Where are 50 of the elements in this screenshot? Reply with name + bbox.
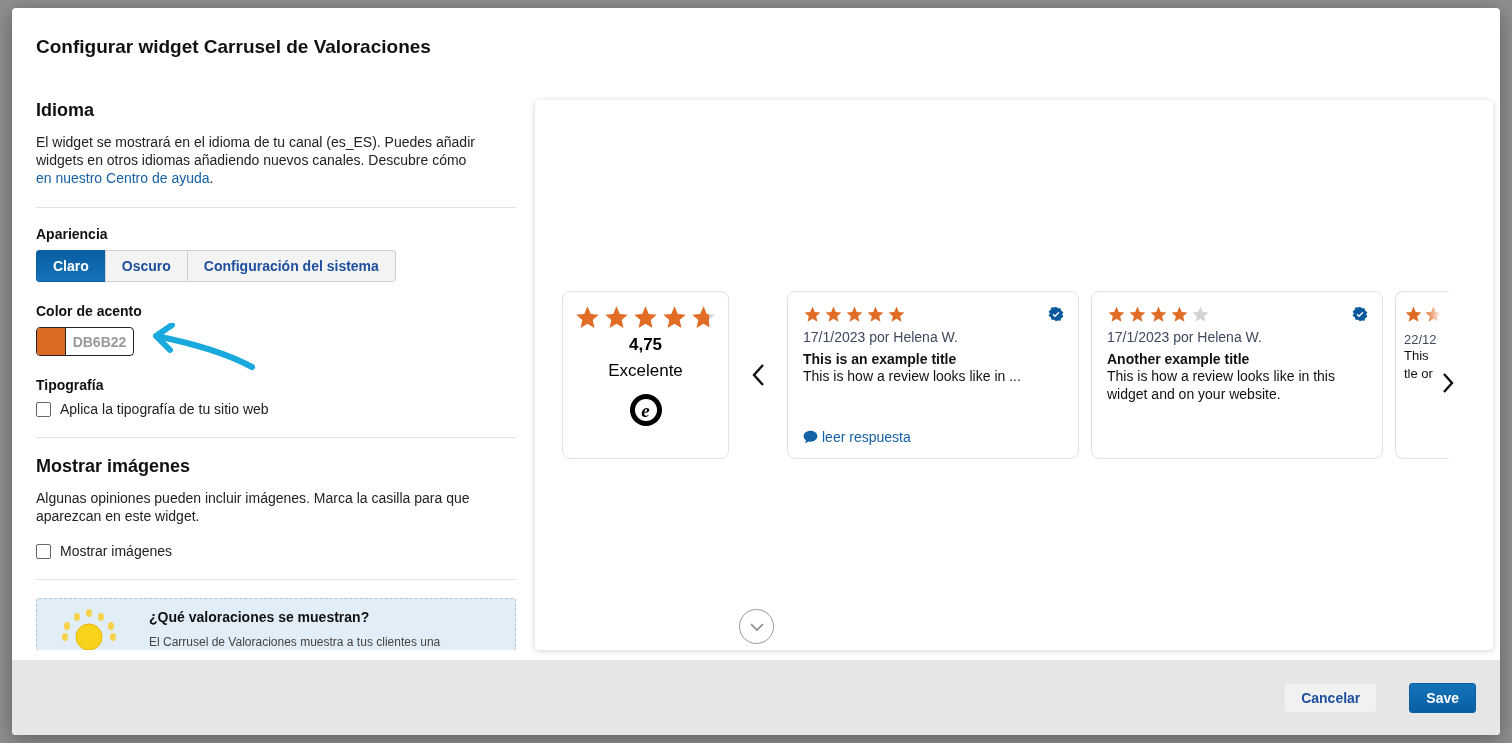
review-text: widget and on your website. bbox=[1107, 385, 1282, 403]
save-button[interactable]: Save bbox=[1409, 682, 1476, 713]
cancel-button[interactable]: Cancelar bbox=[1284, 682, 1378, 713]
star-icon bbox=[803, 305, 822, 324]
review-text: This is how a review looks like in ... bbox=[803, 367, 1022, 385]
info-text: El Carrusel de Valoraciones muestra a tus clientes una bbox=[149, 635, 441, 649]
review-meta: 22/12 bbox=[1404, 332, 1438, 347]
language-description: El widget se mostrará en el idioma de tu canal (es_ES). Puedes añadir widgets en otros idiomas añadiendo nuevos canales. Descubre cómo en nuestro Centro de ayuda. bbox=[36, 133, 476, 187]
section-heading: Mostrar imágenes bbox=[36, 456, 192, 477]
chevron-left-icon bbox=[751, 363, 765, 387]
images-description: Algunas opiniones pueden incluir imágenes. Marca la casilla para que aparezcan en este widget. bbox=[36, 489, 471, 525]
star-icon bbox=[1191, 305, 1210, 324]
field-label: Apariencia bbox=[36, 226, 109, 242]
info-title: ¿Qué valoraciones se muestran? bbox=[149, 609, 371, 625]
checkbox[interactable]: Aplica la tipografía de tu sitio web bbox=[36, 401, 516, 417]
dialog-title: Configurar widget Carrusel de Valoraciones bbox=[36, 36, 432, 58]
rating-label: Excelente bbox=[608, 361, 683, 381]
chevron-down-icon bbox=[748, 621, 765, 632]
rating-score: 4,75 bbox=[628, 335, 663, 355]
review-text: This is how a review looks like in this bbox=[1107, 367, 1336, 385]
brand-logo: e bbox=[629, 394, 662, 426]
verified-badge-icon bbox=[1048, 306, 1064, 322]
star-icon bbox=[824, 305, 843, 324]
review-meta: 17/1/2023 por Helena W. bbox=[803, 329, 959, 345]
speech-bubble-icon bbox=[803, 430, 818, 444]
star-icon bbox=[1149, 305, 1168, 324]
help-center-link[interactable]: en nuestro Centro de ayuda bbox=[36, 170, 210, 186]
chevron-right-icon bbox=[1442, 372, 1454, 394]
star-icon bbox=[1107, 305, 1126, 324]
star-icon bbox=[845, 305, 864, 324]
cut-off-stars-drawing bbox=[1404, 305, 1444, 324]
section-heading: Idioma bbox=[36, 100, 95, 121]
star-icon bbox=[887, 305, 906, 324]
star-icon bbox=[1128, 305, 1147, 324]
review-title: This is an example title bbox=[803, 351, 958, 367]
field-label: Color de acento bbox=[36, 303, 143, 319]
checkbox[interactable]: Mostrar imágenes bbox=[36, 543, 516, 559]
read-reply-link[interactable]: leer respuesta bbox=[803, 429, 911, 445]
review-title: Another example title bbox=[1107, 351, 1251, 367]
review-text: This bbox=[1404, 347, 1430, 365]
collapse-button[interactable] bbox=[739, 609, 774, 644]
review-meta: 17/1/2023 por Helena W. bbox=[1107, 329, 1263, 345]
verified-badge-icon bbox=[1352, 306, 1368, 322]
star-icon bbox=[866, 305, 885, 324]
appearance-tab[interactable]: Configuración del sistema bbox=[186, 250, 396, 282]
review-text: tle or bbox=[1404, 365, 1434, 383]
field-label: Tipografía bbox=[36, 377, 105, 393]
appearance-tab[interactable]: Oscuro bbox=[104, 250, 188, 282]
star-icon bbox=[1170, 305, 1189, 324]
appearance-tab[interactable]: Claro bbox=[36, 250, 106, 282]
